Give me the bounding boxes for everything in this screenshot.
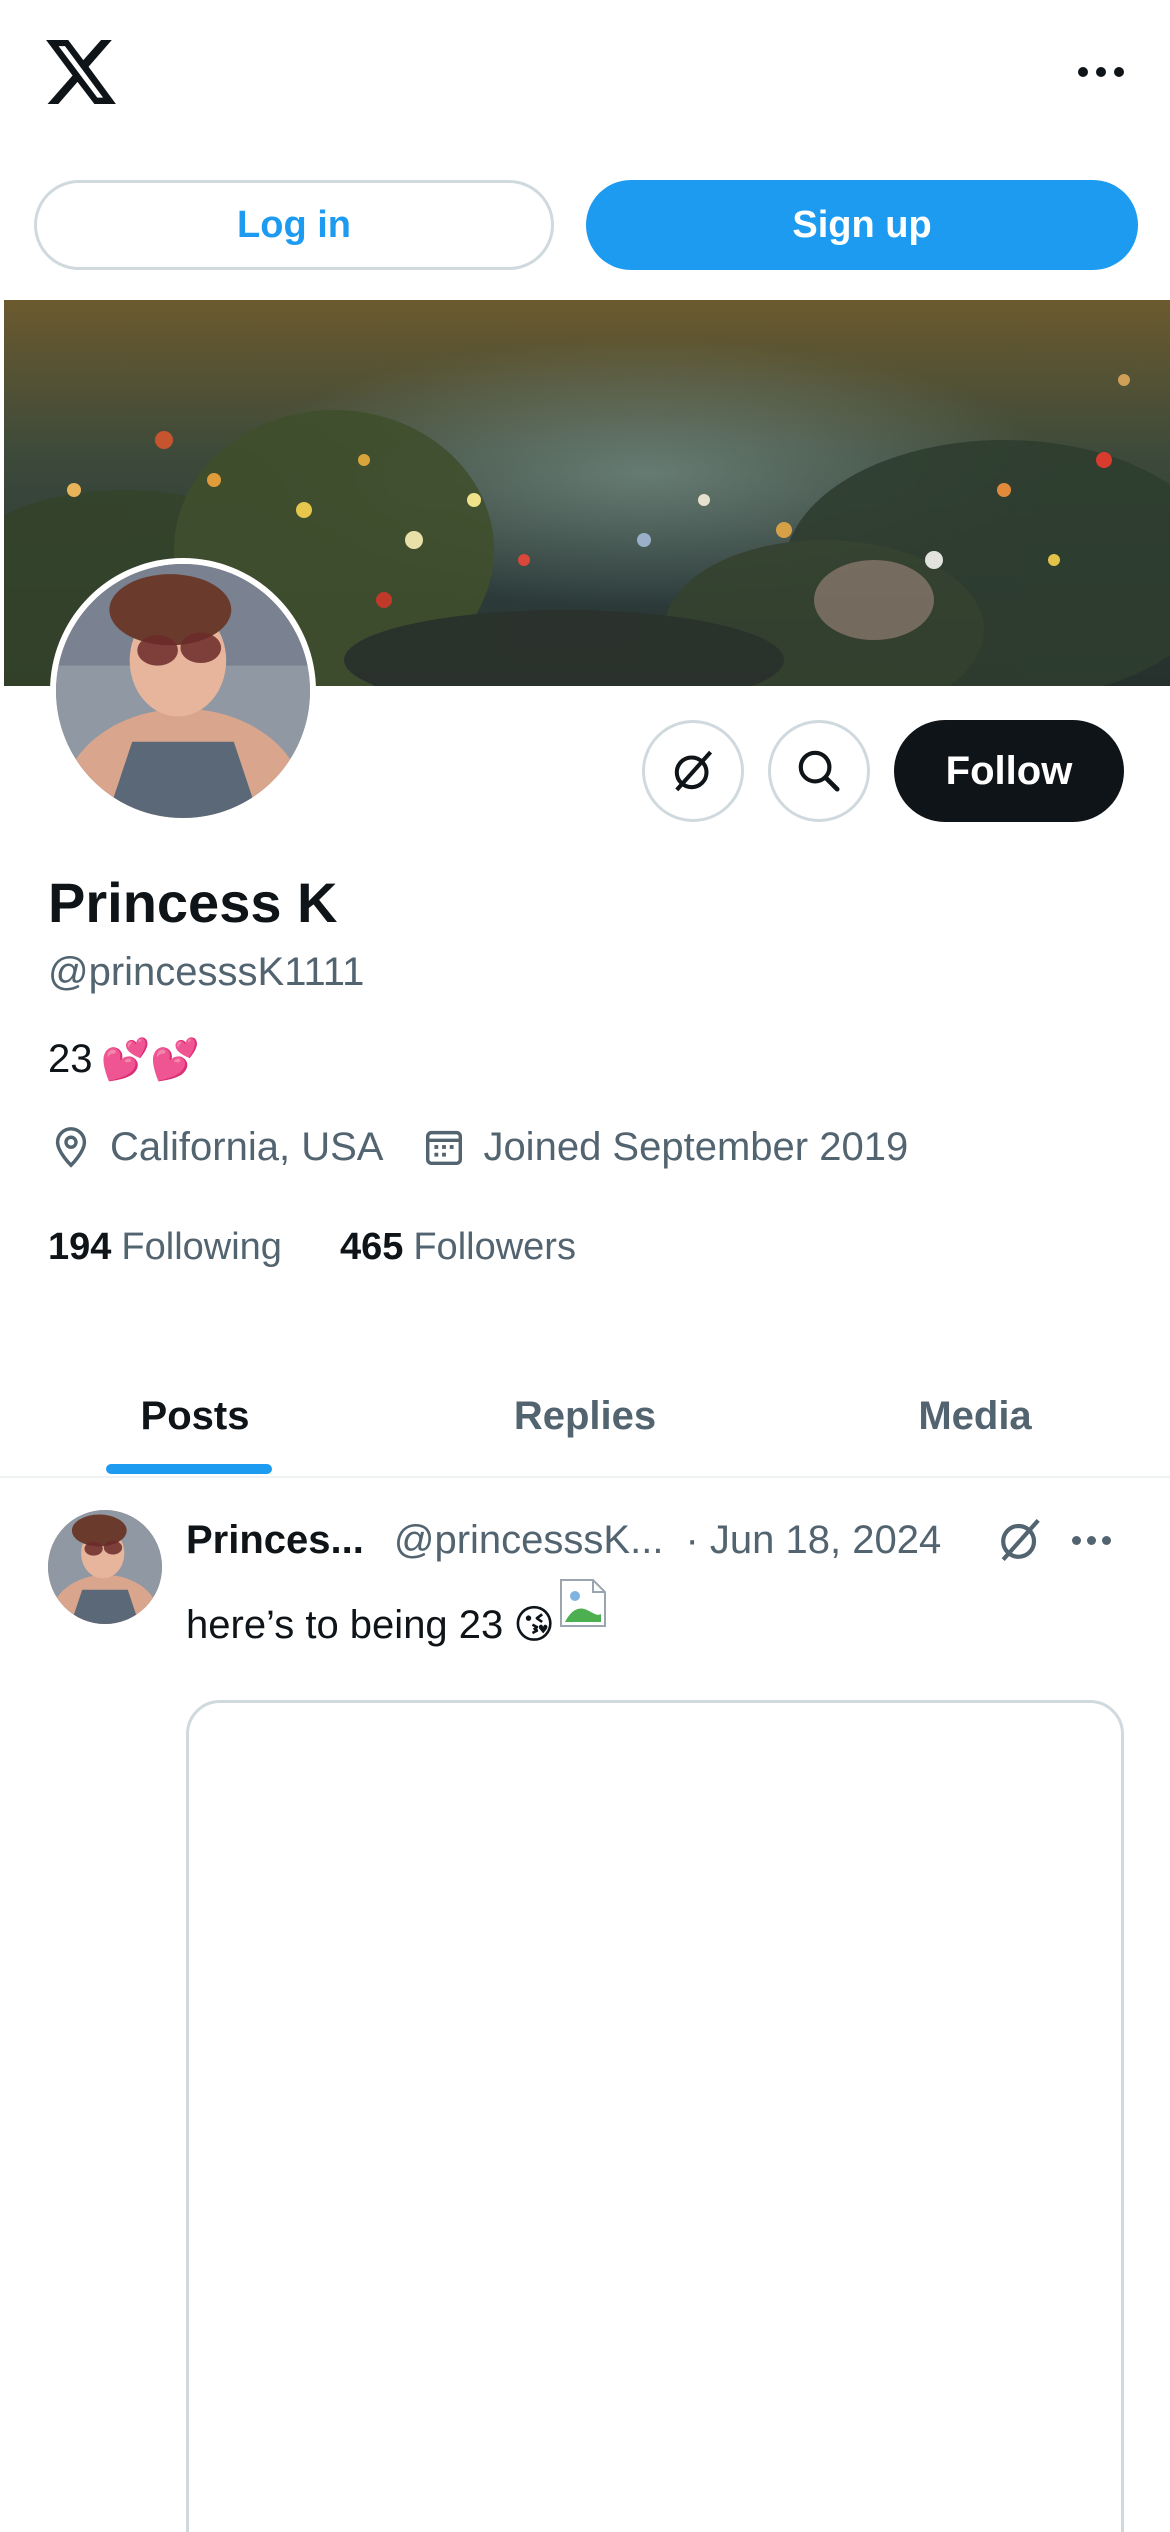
profile-stats: 194 Following 465 Followers: [48, 1226, 576, 1269]
search-button[interactable]: [768, 720, 870, 822]
post-body: here’s to being 23: [186, 1602, 504, 1647]
bio-emoji: 💕💕: [100, 1038, 201, 1082]
broken-image-icon: [560, 1579, 606, 1627]
profile-meta: California, USA Joined September 2019: [48, 1124, 908, 1170]
search-icon: [798, 750, 840, 792]
followers-count: 465: [339, 1226, 404, 1268]
signup-button[interactable]: Sign up: [586, 180, 1138, 270]
bio-text: 23: [48, 1037, 93, 1081]
followers-link[interactable]: 465 Followers: [340, 1226, 576, 1269]
x-logo-icon[interactable]: [46, 40, 116, 104]
post-author-name[interactable]: Princes...: [186, 1518, 364, 1563]
post-header: Princes... @princesssK... · Jun 18, 2024: [186, 1512, 1126, 1568]
post-text: here’s to being 23 😘: [186, 1579, 611, 1648]
calendar-icon: [426, 1130, 463, 1166]
post-avatar[interactable]: [48, 1510, 162, 1624]
grok-button[interactable]: [642, 720, 744, 822]
tab-posts[interactable]: Posts: [0, 1356, 390, 1476]
location-icon: [55, 1127, 87, 1168]
profile-name: Princess K: [48, 871, 338, 934]
joined-text: Joined September 2019: [483, 1124, 909, 1169]
profile-bio: 23 💕💕: [48, 1036, 200, 1083]
tab-replies[interactable]: Replies: [390, 1356, 780, 1476]
post-date[interactable]: · Jun 18, 2024: [685, 1518, 941, 1563]
follow-button[interactable]: Follow: [894, 720, 1124, 822]
tabs-divider: [0, 1476, 1170, 1478]
post-more-icon[interactable]: [1072, 1530, 1122, 1550]
login-button[interactable]: Log in: [34, 180, 554, 270]
auth-buttons: Log in Sign up: [34, 180, 1138, 270]
grok-icon: [674, 750, 713, 792]
following-label: Following: [121, 1226, 282, 1268]
followers-label: Followers: [413, 1226, 576, 1268]
profile-page: Log in Sign up Follow Princess K @prince…: [0, 0, 1170, 2532]
profile-tabs: Posts Replies Media: [0, 1356, 1170, 1476]
tab-media[interactable]: Media: [780, 1356, 1170, 1476]
profile-avatar[interactable]: [50, 558, 316, 824]
active-tab-indicator: [106, 1464, 272, 1474]
profile-handle: @princesssK1111: [48, 950, 365, 994]
post-grok-icon[interactable]: [992, 1512, 1048, 1568]
following-count: 194: [48, 1226, 112, 1268]
more-icon[interactable]: [1034, 48, 1124, 96]
following-link[interactable]: 194 Following: [48, 1226, 282, 1269]
post-emoji: 😘: [513, 1603, 555, 1647]
post-media-card[interactable]: [186, 1700, 1124, 2532]
post-author-handle[interactable]: @princesssK...: [394, 1518, 664, 1563]
location-text: California, USA: [110, 1124, 384, 1169]
